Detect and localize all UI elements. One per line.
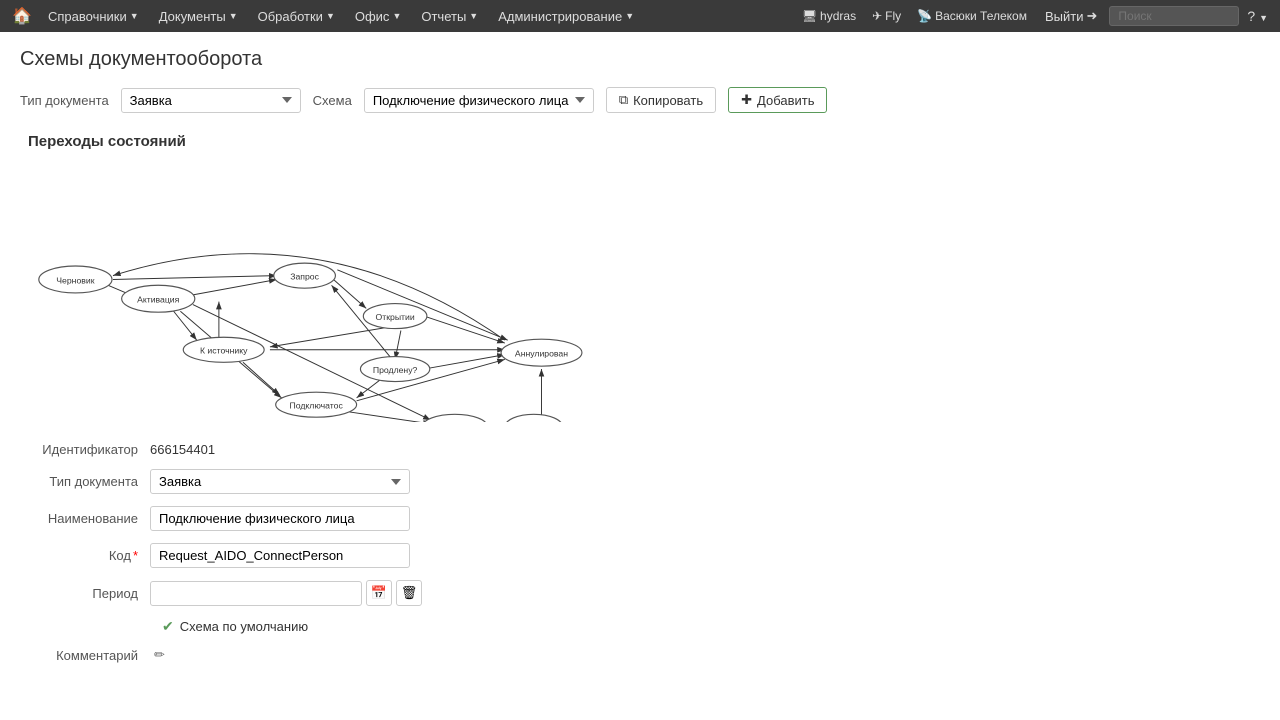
id-value: 666154401 bbox=[150, 442, 215, 457]
chevron-down-icon: ▼ bbox=[130, 11, 139, 21]
form-period-input[interactable] bbox=[150, 581, 362, 606]
form-name-row: Наименование bbox=[20, 506, 1260, 531]
form-doc-type-label: Тип документа bbox=[20, 474, 150, 489]
period-date-row: 📅 🗑 bbox=[150, 580, 422, 606]
id-label: Идентификатор bbox=[20, 442, 150, 457]
form-code-row: Код bbox=[20, 543, 1260, 568]
nav-item-office[interactable]: Офис ▼ bbox=[347, 5, 410, 28]
logout-icon: ➜ bbox=[1086, 8, 1097, 24]
states-section-title: Переходы состояний bbox=[20, 133, 1260, 150]
fly-icon: ✈ bbox=[872, 9, 882, 23]
form-code-input[interactable] bbox=[150, 543, 410, 568]
schema-select[interactable]: Подключение физического лица bbox=[364, 88, 594, 113]
trash-icon: 🗑 bbox=[401, 585, 418, 601]
clear-date-button[interactable]: 🗑 bbox=[396, 580, 422, 606]
chevron-down-icon: ▼ bbox=[1259, 13, 1268, 23]
nav-item-admin[interactable]: Администрирование ▼ bbox=[490, 5, 642, 28]
form-section: Идентификатор 666154401 Тип документа За… bbox=[20, 442, 1260, 663]
server-icon: 🖥 bbox=[802, 9, 817, 23]
nav-item-references[interactable]: Справочники ▼ bbox=[40, 5, 147, 28]
top-navigation: 🏠 Справочники ▼ Документы ▼ Обработки ▼ … bbox=[0, 0, 1280, 32]
search-input[interactable] bbox=[1109, 6, 1239, 26]
add-button[interactable]: ✚ Добавить bbox=[728, 87, 827, 113]
svg-text:Запрос: Запрос bbox=[290, 271, 319, 281]
user-section: 🖥 hydras ✈ Fly 📡 Васюки Телеком Выйти ➜ … bbox=[796, 4, 1272, 28]
nav-item-processing[interactable]: Обработки ▼ bbox=[250, 5, 343, 28]
comment-row: Комментарий ✏ bbox=[20, 647, 1260, 663]
calendar-button[interactable]: 📅 bbox=[366, 580, 392, 606]
default-schema-row: ✔ Схема по умолчанию bbox=[20, 618, 1260, 635]
page-title: Схемы документооборота bbox=[20, 48, 1260, 71]
form-doc-type-row: Тип документа Заявка bbox=[20, 469, 1260, 494]
edit-pencil-icon[interactable]: ✏ bbox=[154, 647, 165, 663]
schema-label: Схема bbox=[313, 93, 352, 108]
svg-text:Продлену?: Продлену? bbox=[373, 365, 418, 375]
help-button[interactable]: ? ▼ bbox=[1243, 6, 1272, 26]
page-content: Схемы документооборота Тип документа Зая… bbox=[0, 32, 1280, 691]
svg-text:Открытии: Открытии bbox=[376, 312, 415, 322]
server-icon-item[interactable]: 🖥 hydras bbox=[796, 7, 862, 25]
form-name-label: Наименование bbox=[20, 511, 150, 526]
svg-text:К источнику: К источнику bbox=[200, 346, 248, 356]
copy-button[interactable]: ⧉ Копировать bbox=[606, 87, 716, 113]
checkmark-icon: ✔ bbox=[162, 618, 174, 635]
toolbar: Тип документа Заявка Схема Подключение ф… bbox=[20, 87, 1260, 113]
comment-label: Комментарий bbox=[20, 648, 150, 663]
svg-text:Подключатос: Подключатос bbox=[290, 401, 344, 411]
company-icon-item[interactable]: 📡 Васюки Телеком bbox=[911, 7, 1033, 25]
chevron-down-icon: ▼ bbox=[392, 11, 401, 21]
schema-select-wrap: Подключение физического лица bbox=[364, 88, 594, 113]
svg-text:Аннулирован: Аннулирован bbox=[515, 349, 568, 359]
form-period-row: Период 📅 🗑 bbox=[20, 580, 1260, 606]
doc-type-label: Тип документа bbox=[20, 93, 109, 108]
form-code-label: Код bbox=[20, 548, 150, 563]
form-name-input[interactable] bbox=[150, 506, 410, 531]
svg-text:Черновик: Черновик bbox=[56, 275, 94, 285]
nav-item-documents[interactable]: Документы ▼ bbox=[151, 5, 246, 28]
diagram-container: Черновик Активация Запрос Открытии К ист… bbox=[20, 162, 620, 422]
form-doc-type-select[interactable]: Заявка bbox=[150, 469, 410, 494]
copy-icon: ⧉ bbox=[619, 92, 628, 108]
fly-icon-item[interactable]: ✈ Fly bbox=[866, 7, 907, 25]
logout-button[interactable]: Выйти ➜ bbox=[1037, 4, 1105, 28]
chevron-down-icon: ▼ bbox=[229, 11, 238, 21]
plus-icon: ✚ bbox=[741, 92, 752, 108]
chevron-down-icon: ▼ bbox=[326, 11, 335, 21]
chevron-down-icon: ▼ bbox=[625, 11, 634, 21]
home-button[interactable]: 🏠 bbox=[8, 2, 36, 30]
id-row: Идентификатор 666154401 bbox=[20, 442, 1260, 457]
form-period-label: Период bbox=[20, 586, 150, 601]
company-icon: 📡 bbox=[917, 9, 932, 23]
states-diagram: Черновик Активация Запрос Открытии К ист… bbox=[20, 162, 620, 422]
calendar-icon: 📅 bbox=[371, 585, 387, 601]
doc-type-select[interactable]: Заявка bbox=[121, 88, 301, 113]
default-schema-label: Схема по умолчанию bbox=[180, 619, 308, 634]
svg-text:Активация: Активация bbox=[137, 295, 180, 305]
chevron-down-icon: ▼ bbox=[469, 11, 478, 21]
nav-item-reports[interactable]: Отчеты ▼ bbox=[413, 5, 486, 28]
